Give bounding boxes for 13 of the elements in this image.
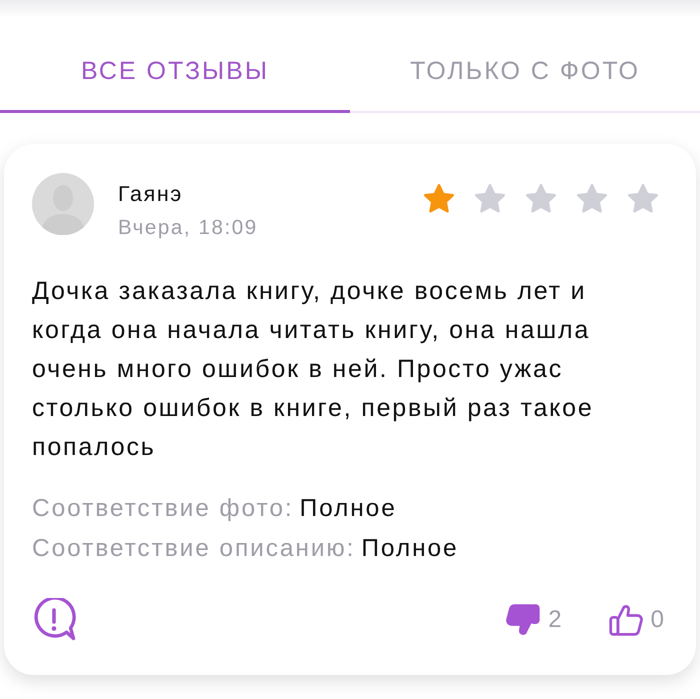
tab[interactable]: ВСЕ ОТЗЫВЫ	[0, 18, 350, 113]
like-button[interactable]: 0	[608, 602, 664, 638]
author-name: Гаянэ	[118, 181, 183, 208]
review-date: Вчера, 18:09	[118, 215, 258, 241]
attribute-value: Полное	[300, 495, 397, 522]
review-text: Дочка заказала книгу, дочке восемь лет и когда она начала читать книгу, она нашла очень много ошибок в ней. Просто ужас столько ошибок в книге, первый раз такое попалось	[32, 276, 595, 463]
tab[interactable]: ТОЛЬКО С ФОТО	[350, 18, 700, 113]
exclamation-bubble-icon[interactable]	[32, 598, 76, 642]
attribute-label: Соответствие описанию:	[32, 535, 356, 562]
dislike-button[interactable]: 2	[505, 602, 562, 638]
avatar-icon	[32, 173, 94, 235]
attribute-label: Соответствие фото:	[32, 495, 294, 522]
attribute-value: Полное	[361, 535, 459, 562]
